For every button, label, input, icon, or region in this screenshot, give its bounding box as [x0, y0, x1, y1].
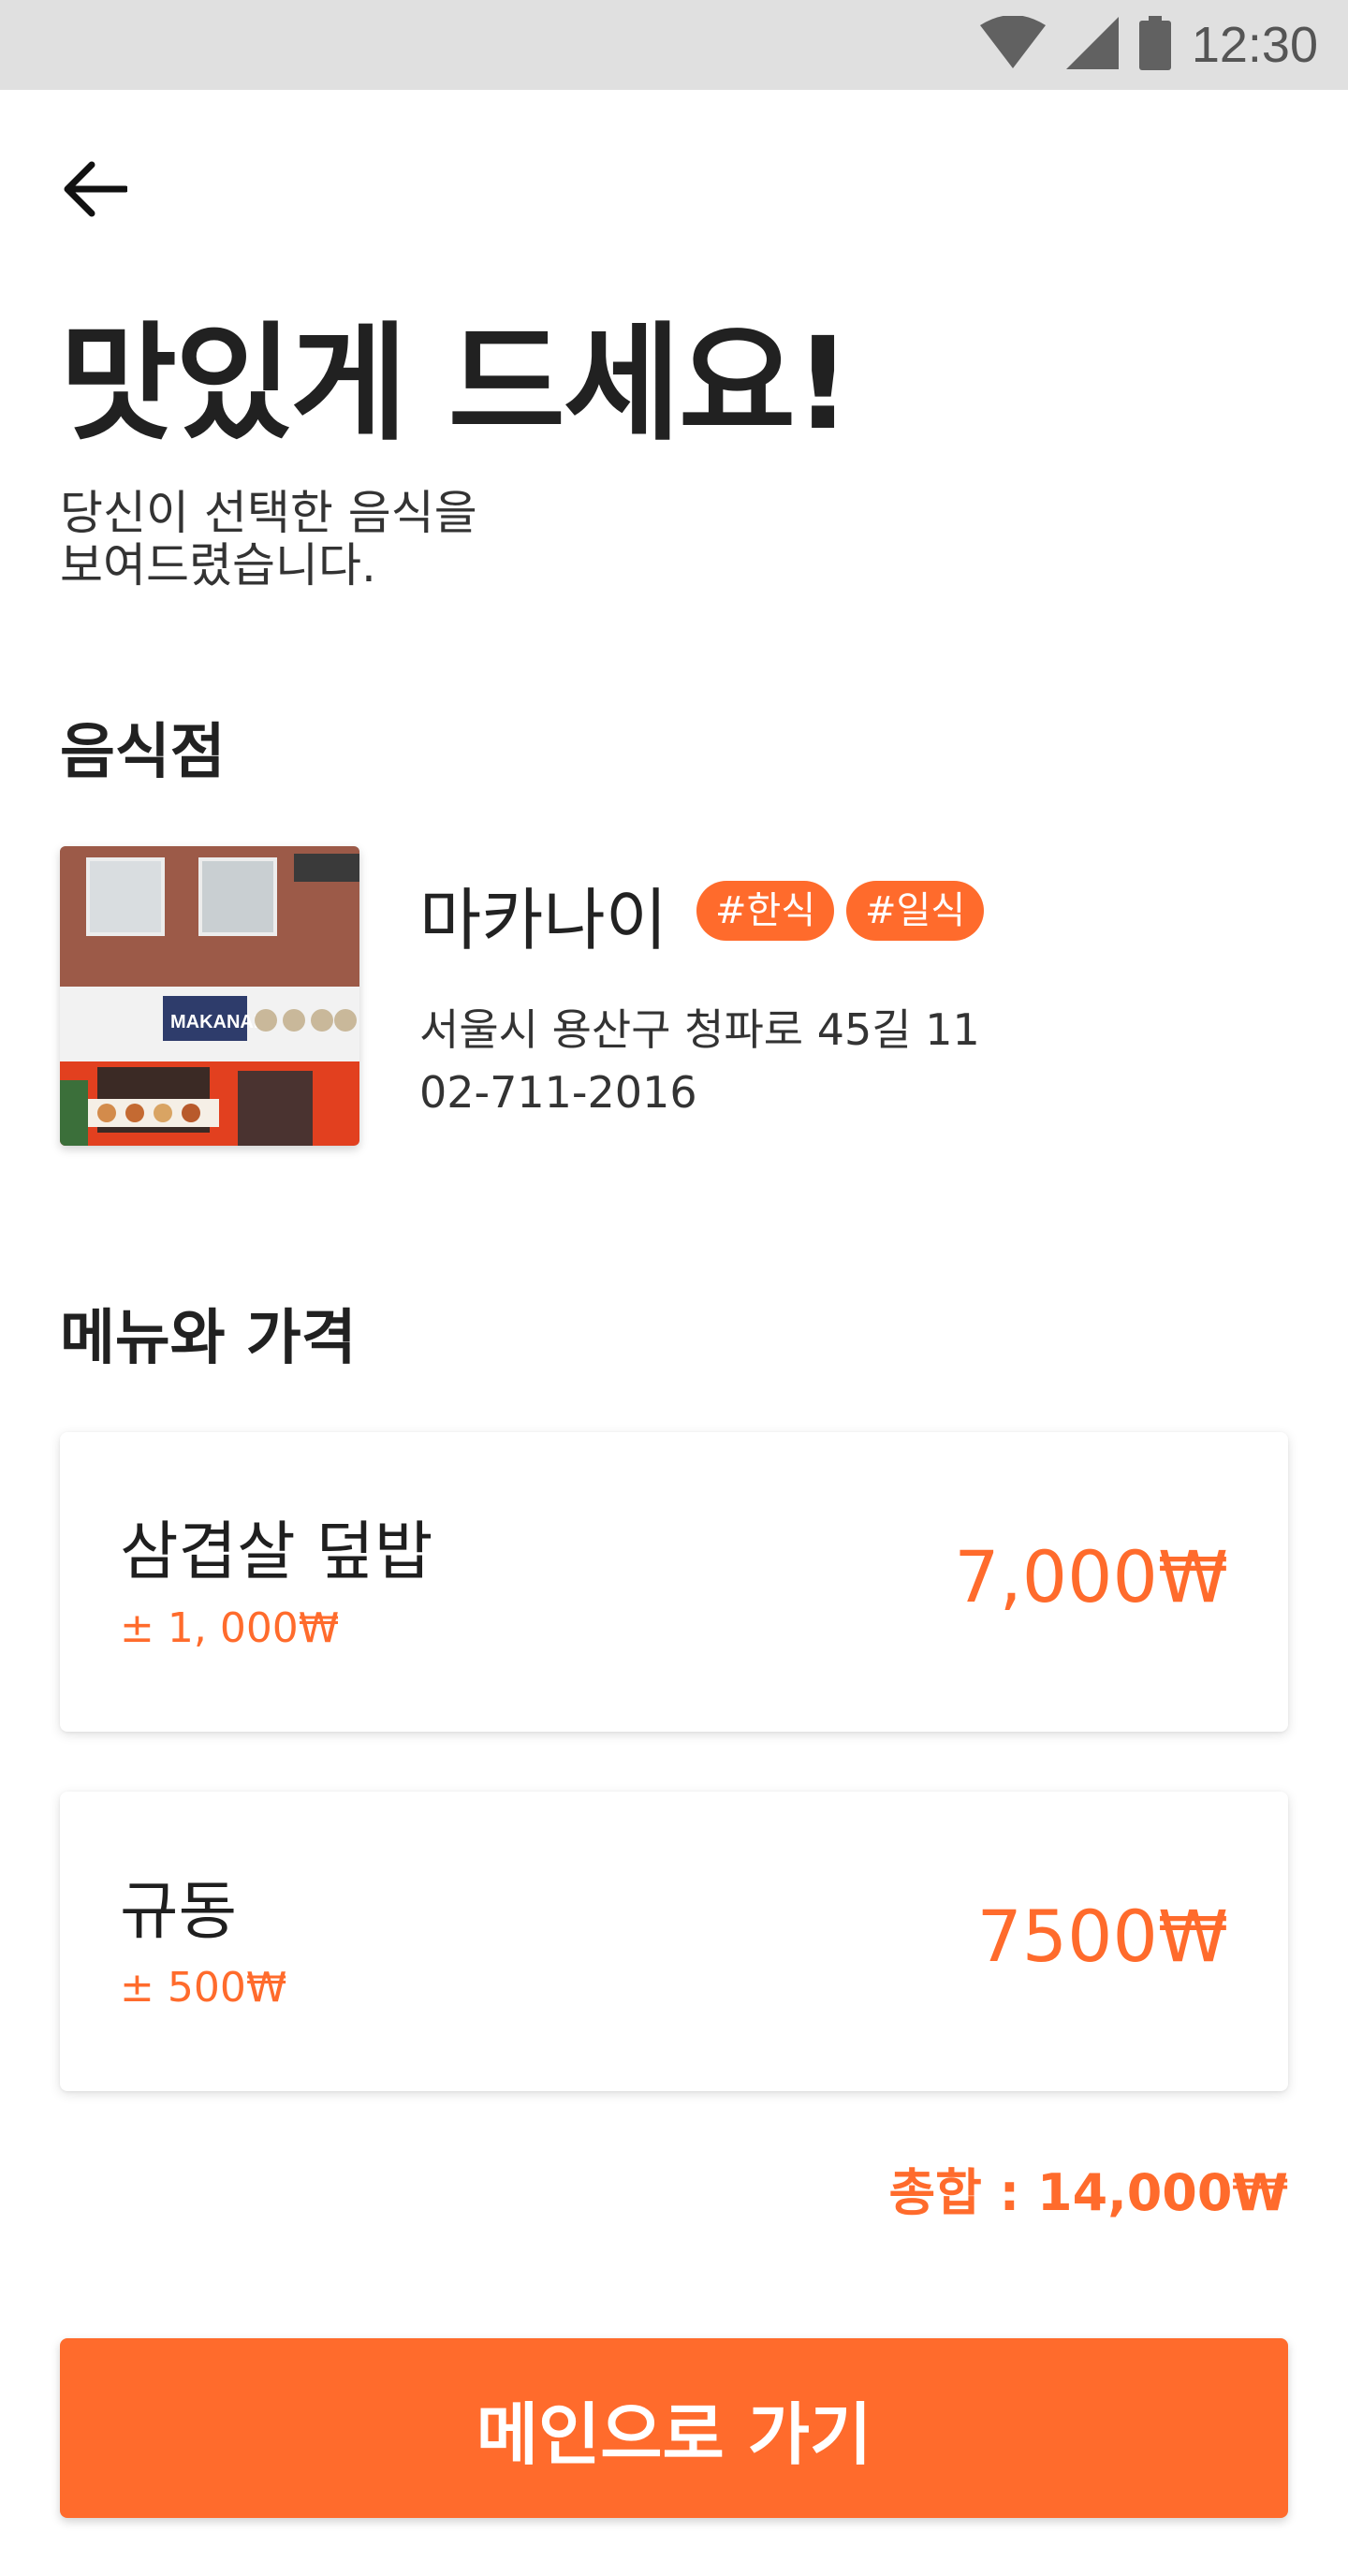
menu-item-variance: ± 500₩	[120, 1964, 287, 2012]
total-price: 총합 : 14,000₩	[888, 2163, 1289, 2222]
restaurant-photo[interactable]: MAKANAI	[60, 846, 359, 1146]
cell-signal-icon	[1065, 17, 1119, 73]
restaurant-phone[interactable]: 02-711-2016	[419, 1067, 697, 1118]
page-subtitle: 당신이 선택한 음식을 보여드렸습니다.	[60, 487, 902, 592]
menu-item-card[interactable]: 삼겹살 덮밥 ± 1, 000₩ 7,000₩	[60, 1432, 1288, 1732]
status-icons: 12:30	[979, 0, 1318, 90]
go-to-main-button[interactable]: 메인으로 가기	[60, 2338, 1288, 2518]
status-bar: 12:30	[0, 0, 1348, 90]
status-time: 12:30	[1191, 17, 1318, 73]
menu-item-name: 규동	[120, 1875, 238, 1949]
tag-japanese[interactable]: #일식	[846, 881, 985, 941]
menu-item-card[interactable]: 규동 ± 500₩ 7500₩	[60, 1792, 1288, 2091]
menu-item-price: 7500₩	[976, 1895, 1228, 1978]
tag-korean[interactable]: #한식	[696, 881, 835, 941]
restaurant-name: 마카나이	[419, 881, 667, 959]
page-title: 맛있게 드세요!	[60, 311, 852, 459]
wifi-icon	[979, 15, 1046, 74]
back-button[interactable]	[60, 154, 150, 228]
menu-item-name: 삼겹살 덮밥	[120, 1515, 433, 1589]
photo-sign-text: MAKANAI	[170, 1012, 258, 1032]
arrow-left-icon	[60, 159, 129, 223]
menu-item-variance: ± 1, 000₩	[120, 1604, 340, 1652]
restaurant-section-heading: 음식점	[60, 718, 226, 787]
subtitle-line-1: 당신이 선택한 음식을	[60, 486, 477, 540]
subtitle-line-2: 보여드렸습니다.	[60, 538, 376, 593]
menu-section-heading: 메뉴와 가격	[60, 1304, 357, 1373]
menu-item-price: 7,000₩	[954, 1535, 1228, 1618]
restaurant-address: 서울시 용산구 청파로 45길 11	[419, 1004, 980, 1055]
battery-icon	[1138, 16, 1171, 74]
